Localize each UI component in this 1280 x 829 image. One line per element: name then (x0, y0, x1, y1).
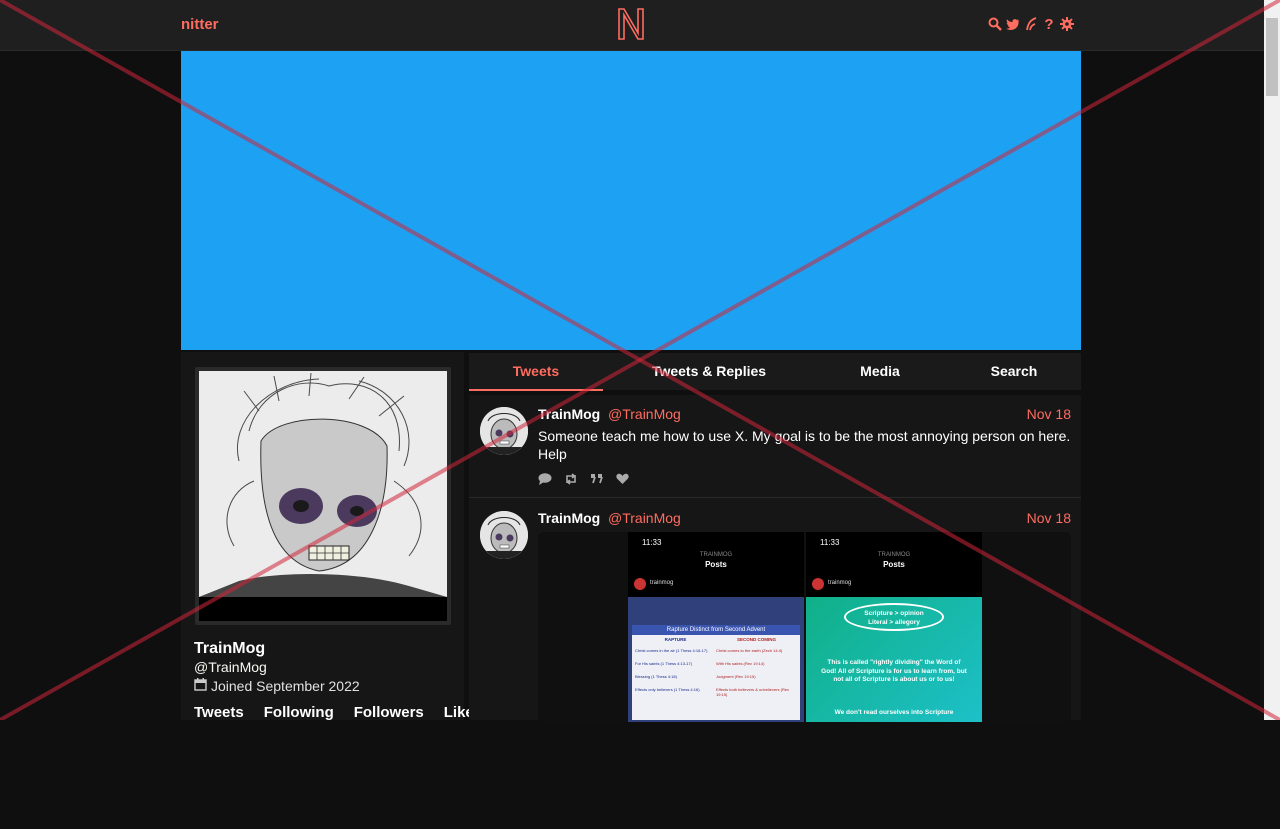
profile-handle[interactable]: @TrainMog (194, 659, 267, 675)
image-account-name: trainmog (828, 580, 852, 586)
bubble-line-2: Literal > allegory (868, 619, 920, 626)
image-account-avatar (812, 578, 824, 590)
timeline-tabs: Tweets Tweets & Replies Media Search (469, 353, 1081, 391)
slide-cell: For His saints (1 Thess 4:13-17) (635, 661, 693, 666)
media-image-1[interactable]: 11:33 TRAINMOG Posts trainmog Rapture Di… (628, 532, 804, 722)
nav-icon-group: ? (988, 16, 1074, 33)
brand-link[interactable]: nitter (181, 16, 219, 33)
slide-cell: Christ comes to the earth (Zech 14:4) (716, 648, 783, 653)
media-image-2[interactable]: 11:33 TRAINMOG Posts trainmog Scripture … (806, 532, 982, 722)
tab-tweets[interactable]: Tweets (469, 353, 603, 391)
joined-text: Joined September 2022 (211, 678, 360, 694)
tab-search[interactable]: Search (974, 353, 1054, 389)
profile-card: TrainMog @TrainMog Joined September 2022… (181, 352, 482, 721)
image-slide: Scripture > opinion Literal > allegory T… (806, 597, 982, 722)
profile-name[interactable]: TrainMog (194, 640, 265, 658)
avatar-image (199, 371, 447, 597)
slide-cell: Judgment (Rev 19:15) (716, 674, 756, 679)
image-header-small: TRAINMOG (699, 552, 733, 558)
image-account-avatar (634, 578, 646, 590)
retweet-icon[interactable] (564, 472, 578, 490)
tab-media[interactable]: Media (839, 353, 921, 389)
tweet-media[interactable]: 11:33 TRAINMOG Posts trainmog Rapture Di… (538, 532, 1071, 722)
gear-icon[interactable] (1060, 16, 1074, 32)
image-header: Posts (705, 560, 727, 569)
bubble-line-1: Scripture > opinion (864, 610, 924, 617)
tweet-text: Someone teach me how to use X. My goal i… (538, 428, 1071, 462)
image-slide: Rapture Distinct from Second Advent RAPT… (628, 597, 804, 722)
slide-cell: Effects only believers (1 Thess 4:16) (635, 687, 700, 692)
slide-cell: Blessing (1 Thess 4:18) (635, 674, 677, 679)
top-navbar: nitter ? (0, 0, 1264, 51)
timeline: TrainMog @TrainMog Nov 18 Someone teach … (469, 395, 1081, 722)
stat-followers[interactable]: Followers (354, 704, 424, 721)
tweet-avatar[interactable] (480, 511, 528, 559)
slide-body: This is called "rightly dividing" the Wo… (821, 659, 967, 683)
slide-cell: Christ comes in the air (1 Thess 4:16-17… (635, 648, 708, 653)
tweet-avatar[interactable] (480, 407, 528, 455)
tab-tweets-replies[interactable]: Tweets & Replies (629, 353, 789, 389)
slide-title: Rapture Distinct from Second Advent (632, 625, 800, 635)
avatar-shadow-strip (199, 597, 447, 621)
image-header: Posts (883, 560, 905, 569)
slide-footer: We don't read ourselves into Scripture (834, 709, 954, 716)
help-icon[interactable]: ? (1042, 16, 1056, 33)
image-status-time: 11:33 (820, 538, 840, 547)
reply-icon[interactable] (538, 472, 552, 490)
calendar-icon (194, 678, 207, 694)
search-icon[interactable] (988, 16, 1002, 32)
tweet-author-handle[interactable]: @TrainMog (608, 510, 681, 526)
heart-icon[interactable] (616, 472, 629, 490)
slide-col2: SECOND COMING (736, 637, 776, 642)
quote-icon[interactable] (590, 472, 604, 490)
tweet-author-handle[interactable]: @TrainMog (608, 406, 681, 422)
scrollbar-thumb[interactable] (1266, 18, 1278, 96)
rss-icon[interactable] (1024, 16, 1038, 32)
tweet-author-name[interactable]: TrainMog (538, 510, 600, 526)
image-status-time: 11:33 (642, 538, 662, 547)
profile-stats: Tweets Following Followers Likes (194, 704, 482, 721)
tweet-date[interactable]: Nov 18 (1027, 406, 1071, 422)
tweet-item[interactable]: TrainMog @TrainMog Nov 18 Someone teach … (469, 395, 1081, 498)
page-scrollbar[interactable] (1264, 0, 1280, 720)
tweet-author-name[interactable]: TrainMog (538, 406, 600, 422)
slide-cell: Effects both believers & unbelievers (Re… (716, 687, 790, 697)
tweet-item[interactable]: TrainMog @TrainMog Nov 18 11:33 TRAINMOG… (469, 499, 1081, 829)
bird-icon[interactable] (1006, 16, 1020, 32)
joined-date: Joined September 2022 (194, 678, 360, 694)
slide-cell: With His saints (Rev 19:14) (716, 661, 765, 666)
slide-col1: RAPTURE (664, 637, 687, 642)
profile-banner[interactable] (181, 51, 1081, 350)
nitter-logo-icon[interactable] (616, 7, 646, 41)
image-header-small: TRAINMOG (877, 552, 911, 558)
stat-tweets[interactable]: Tweets (194, 704, 244, 721)
tweet-actions (538, 472, 629, 490)
image-account-name: trainmog (650, 580, 674, 586)
profile-avatar[interactable] (195, 367, 451, 625)
tweet-date[interactable]: Nov 18 (1027, 510, 1071, 526)
stat-following[interactable]: Following (264, 704, 334, 721)
